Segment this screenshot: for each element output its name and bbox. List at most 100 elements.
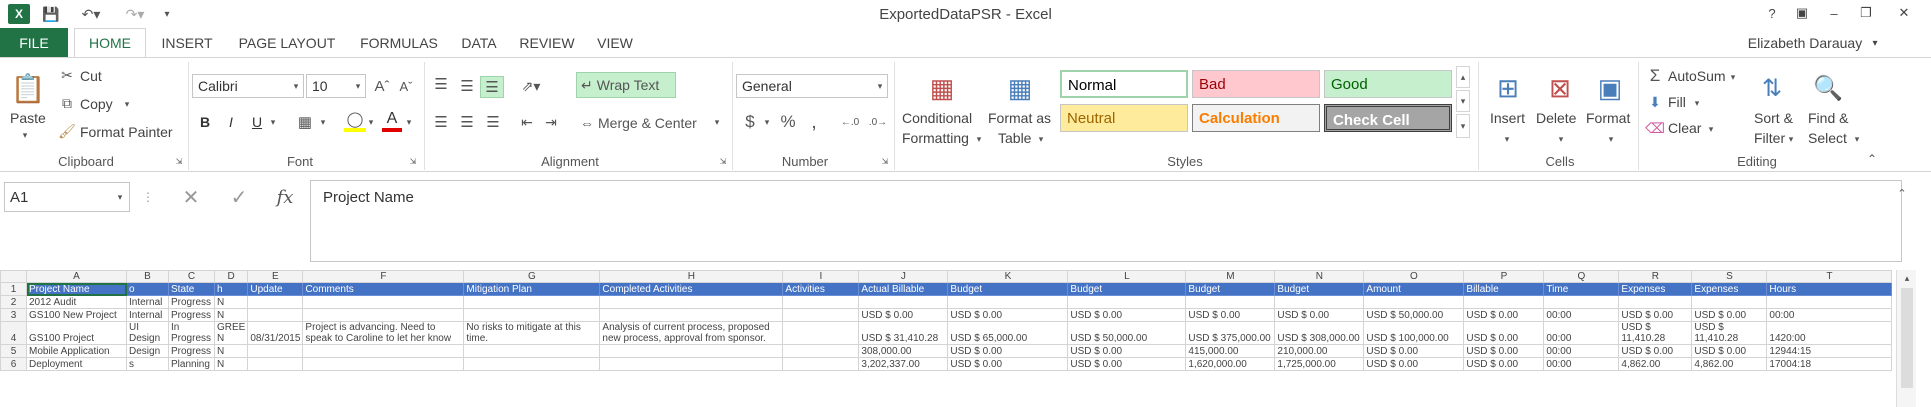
- tab-formulas[interactable]: FORMULAS: [352, 28, 446, 58]
- sort-filter-icon[interactable]: ⇅: [1752, 68, 1792, 108]
- cell[interactable]: Progress: [168, 344, 215, 358]
- cell[interactable]: USD $ 0.00: [1067, 344, 1187, 358]
- row-header[interactable]: 5: [0, 344, 27, 358]
- align-middle-icon[interactable]: ☰: [456, 76, 478, 96]
- cell[interactable]: Time: [1543, 282, 1620, 296]
- paste-button[interactable]: Paste: [10, 110, 46, 126]
- user-menu-icon[interactable]: ▾: [1868, 28, 1882, 58]
- cell[interactable]: USD $ 65,000.00: [947, 321, 1069, 345]
- format-cells-icon[interactable]: ▣: [1590, 68, 1630, 108]
- increase-font-icon[interactable]: Aˆ: [372, 76, 392, 96]
- insert-function-button[interactable]: fx: [270, 184, 300, 210]
- scroll-up-icon[interactable]: ▴: [1901, 272, 1913, 284]
- restore-icon[interactable]: ❐: [1852, 2, 1880, 24]
- cell[interactable]: USD $ 0.00: [1185, 308, 1276, 322]
- font-name-dropdown-icon[interactable]: ▾: [290, 78, 302, 94]
- borders-dropdown-icon[interactable]: ▾: [318, 114, 328, 130]
- styles-more-icon[interactable]: ▾: [1456, 114, 1470, 138]
- autosum-icon[interactable]: Σ: [1646, 66, 1664, 86]
- name-box-dropdown-icon[interactable]: ▾: [114, 190, 126, 204]
- row-header[interactable]: 2: [0, 295, 27, 309]
- row-header[interactable]: 1: [0, 282, 27, 296]
- format-painter-icon[interactable]: 🖌: [58, 122, 76, 140]
- fill-color-dropdown-icon[interactable]: ▾: [366, 114, 376, 130]
- cell[interactable]: Actual Billable: [858, 282, 949, 296]
- cell[interactable]: Project Name: [26, 282, 127, 296]
- column-header[interactable]: L: [1067, 270, 1187, 283]
- cell[interactable]: USD $ 0.00: [1463, 321, 1545, 345]
- font-size-dropdown-icon[interactable]: ▾: [352, 78, 364, 94]
- cell[interactable]: Deployment: [26, 357, 127, 371]
- number-format-dropdown-icon[interactable]: ▾: [874, 78, 886, 94]
- tab-home[interactable]: HOME: [74, 28, 146, 58]
- format-as-table-label-1[interactable]: Format as: [988, 110, 1051, 126]
- cell[interactable]: [599, 357, 784, 371]
- cell[interactable]: GS100 Project: [26, 321, 127, 345]
- collapse-formula-bar-icon[interactable]: ⌃: [1894, 186, 1910, 200]
- minimize-icon[interactable]: –: [1820, 2, 1848, 24]
- autosum-dropdown-icon[interactable]: ▾: [1728, 70, 1738, 84]
- orientation-icon[interactable]: ⇗▾: [518, 76, 544, 96]
- sort-filter-label-1[interactable]: Sort &: [1754, 110, 1793, 126]
- fill-dropdown-icon[interactable]: ▾: [1692, 96, 1702, 110]
- align-right-icon[interactable]: ☰: [482, 112, 504, 132]
- cell[interactable]: 4,862.00: [1618, 357, 1693, 371]
- cell[interactable]: Completed Activities: [599, 282, 784, 296]
- cell[interactable]: Progress: [168, 308, 215, 322]
- find-select-label-2[interactable]: Select: [1808, 130, 1847, 146]
- cell[interactable]: In Progress: [168, 321, 215, 345]
- cell[interactable]: N: [213, 308, 249, 322]
- format-painter-button[interactable]: Format Painter: [80, 124, 173, 140]
- cell[interactable]: 00:00: [1766, 308, 1893, 322]
- column-header[interactable]: E: [247, 270, 304, 283]
- cell[interactable]: [1766, 295, 1893, 309]
- find-select-dropdown-icon[interactable]: ▾: [1852, 132, 1862, 146]
- name-box[interactable]: A1: [4, 182, 130, 212]
- cell[interactable]: USD $ 0.00: [1618, 308, 1693, 322]
- cell[interactable]: USD $ 0.00: [947, 357, 1069, 371]
- clipboard-launcher-icon[interactable]: ⇲: [174, 156, 184, 166]
- delete-dropdown-icon[interactable]: ▾: [1556, 132, 1566, 146]
- conditional-formatting-icon[interactable]: ▦: [924, 68, 960, 108]
- column-header[interactable]: H: [599, 270, 784, 283]
- user-name[interactable]: Elizabeth Darauay: [1735, 28, 1875, 58]
- cell[interactable]: USD $ 0.00: [1463, 308, 1545, 322]
- format-dropdown-icon[interactable]: ▾: [1606, 132, 1616, 146]
- cell[interactable]: 00:00: [1543, 357, 1620, 371]
- cell[interactable]: N: [213, 357, 249, 371]
- column-header[interactable]: J: [858, 270, 949, 283]
- cell[interactable]: USD $ 0.00: [1691, 308, 1768, 322]
- clear-button[interactable]: Clear: [1668, 120, 1701, 136]
- column-header[interactable]: F: [302, 270, 465, 283]
- insert-cells-icon[interactable]: ⊞: [1488, 68, 1528, 108]
- cell[interactable]: [782, 344, 860, 358]
- cell[interactable]: [782, 357, 860, 371]
- cell[interactable]: [1185, 295, 1276, 309]
- cell[interactable]: Budget: [1067, 282, 1187, 296]
- column-header[interactable]: B: [126, 270, 169, 283]
- font-launcher-icon[interactable]: ⇲: [408, 156, 418, 166]
- column-header[interactable]: G: [463, 270, 601, 283]
- paste-dropdown-icon[interactable]: ▾: [18, 130, 32, 140]
- cell[interactable]: 3,202,337.00: [858, 357, 949, 371]
- cell[interactable]: USD $ 50,000.00: [1363, 308, 1465, 322]
- cell[interactable]: [247, 357, 304, 371]
- cell[interactable]: UI Design: [126, 321, 169, 345]
- cell[interactable]: 415,000.00: [1185, 344, 1276, 358]
- decrease-font-icon[interactable]: Aˇ: [396, 76, 416, 96]
- cell[interactable]: Internal: [126, 295, 169, 309]
- cell[interactable]: [247, 344, 304, 358]
- column-header[interactable]: S: [1691, 270, 1768, 283]
- find-select-icon[interactable]: 🔍: [1808, 68, 1848, 108]
- row-header[interactable]: 4: [0, 321, 27, 345]
- conditional-formatting-label-2[interactable]: Formatting: [902, 130, 969, 146]
- row-header[interactable]: 3: [0, 308, 27, 322]
- copy-button[interactable]: Copy: [80, 96, 113, 112]
- cell[interactable]: USD $ 308,000.00: [1274, 321, 1365, 345]
- cell[interactable]: USD $ 0.00: [1363, 357, 1465, 371]
- cell[interactable]: 1,725,000.00: [1274, 357, 1365, 371]
- style-neutral[interactable]: Neutral: [1060, 104, 1188, 132]
- cell[interactable]: USD $ 0.00: [1618, 344, 1693, 358]
- align-left-icon[interactable]: ☰: [430, 112, 452, 132]
- styles-scroll-down-icon[interactable]: ▾: [1456, 90, 1470, 112]
